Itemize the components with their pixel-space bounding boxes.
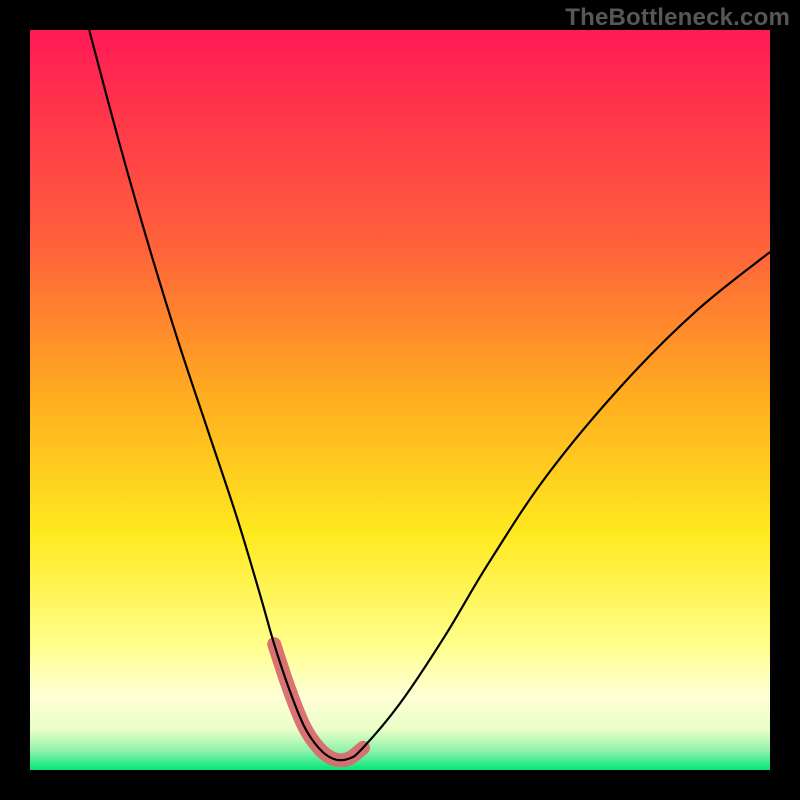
plot-area xyxy=(30,30,770,770)
watermark-text: TheBottleneck.com xyxy=(565,4,790,32)
gradient-background xyxy=(30,30,770,770)
bottleneck-chart-svg xyxy=(30,30,770,770)
chart-frame: TheBottleneck.com xyxy=(0,0,800,800)
